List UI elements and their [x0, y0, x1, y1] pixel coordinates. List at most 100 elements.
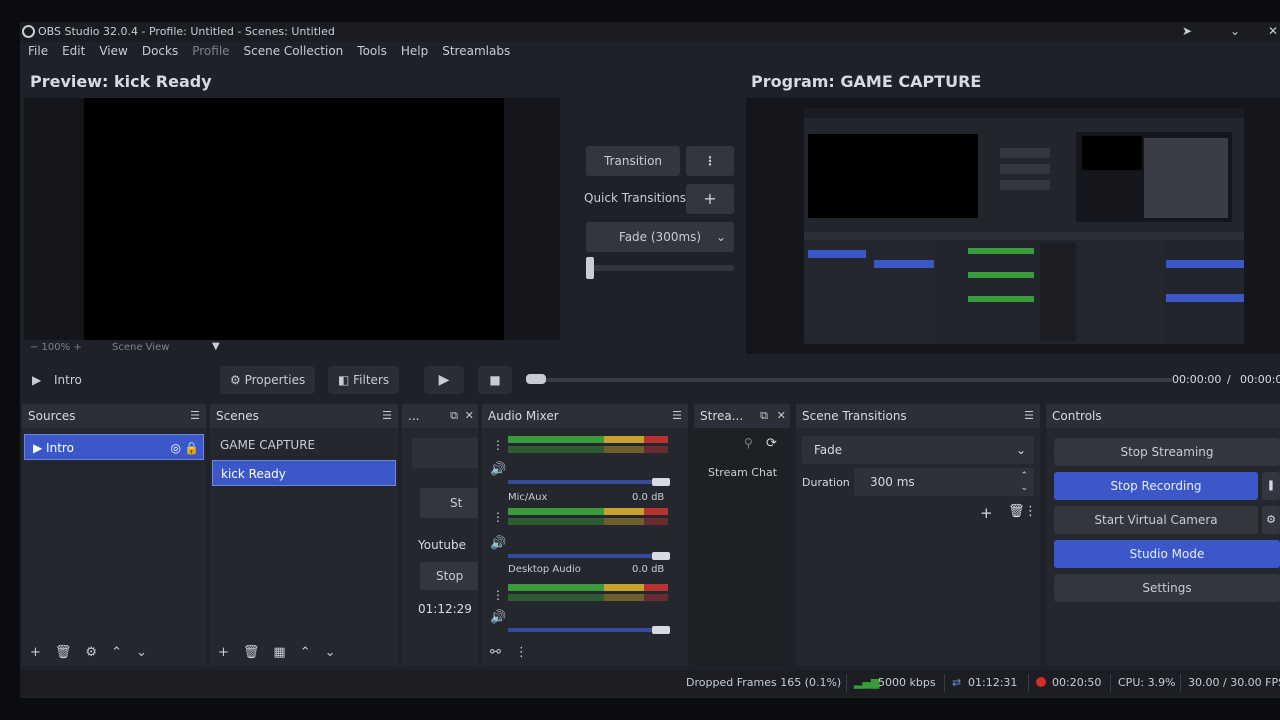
menu-view[interactable]: View — [99, 44, 127, 64]
menu-help[interactable]: Help — [401, 44, 428, 64]
volume-slider[interactable] — [508, 480, 662, 484]
add-icon[interactable]: + — [218, 645, 229, 660]
speaker-icon[interactable]: 🔊 — [490, 462, 506, 477]
media-seek-handle[interactable] — [526, 374, 546, 384]
media-duration: 00:00:09 — [1240, 373, 1280, 386]
close-icon[interactable]: ✕ — [465, 404, 474, 428]
chevron-down-icon[interactable]: ⌄ — [136, 645, 147, 660]
dock-menu-icon[interactable]: ☰ — [1024, 404, 1034, 428]
float-icon[interactable]: ⧉ — [450, 404, 458, 428]
t-bar-handle[interactable] — [586, 257, 594, 279]
menu-streamlabs[interactable]: Streamlabs — [442, 44, 510, 64]
more-options-icon[interactable]: ⋮ — [686, 146, 734, 176]
t-bar-track[interactable] — [586, 265, 734, 271]
source-item[interactable]: ▶ Intro ◎ 🔒 — [24, 434, 204, 460]
more-options-icon[interactable]: ⋮ — [1024, 504, 1037, 519]
float-icon[interactable]: ⧉ — [760, 404, 768, 428]
add-icon[interactable]: + — [30, 645, 41, 660]
start-virtual-camera-button[interactable]: Start Virtual Camera — [1054, 506, 1258, 534]
audio-mixer-title: Audio Mixer ☰ — [482, 404, 688, 428]
menu-scene-collection[interactable]: Scene Collection — [244, 44, 344, 64]
lock-icon[interactable]: 🔒 — [184, 435, 199, 459]
transition-type-select[interactable]: Fade ⌄ — [802, 436, 1034, 464]
more-options-icon[interactable]: ⋮ — [515, 645, 528, 660]
volume-handle[interactable] — [652, 552, 670, 560]
trash-icon[interactable]: 🗑 — [243, 645, 260, 660]
preview-title: Preview: kick Ready — [30, 72, 212, 91]
audio-meter — [508, 436, 668, 443]
menu-tools[interactable]: Tools — [357, 44, 387, 64]
transition-button[interactable]: Transition — [586, 146, 680, 176]
channel-name: Desktop Audio — [508, 564, 581, 575]
more-options-icon[interactable]: ⋮ — [492, 510, 504, 524]
dropped-frames: Dropped Frames 165 (0.1%) — [686, 676, 842, 689]
stop-streaming-button[interactable]: Stop Streaming — [1054, 438, 1280, 466]
dock-menu-icon[interactable]: ☰ — [190, 404, 200, 428]
studio-mode-button[interactable]: Studio Mode — [1054, 540, 1280, 568]
volume-slider[interactable] — [508, 554, 662, 558]
settings-button[interactable]: Settings — [1054, 574, 1280, 602]
speaker-icon[interactable]: 🔊 — [490, 610, 506, 625]
volume-slider[interactable] — [508, 628, 662, 632]
filters-button[interactable]: ◧ Filters — [328, 366, 400, 394]
speaker-icon[interactable]: 🔊 — [490, 536, 506, 551]
cpu-usage: CPU: 3.9% — [1118, 676, 1176, 689]
channel-db: 0.0 dB — [632, 492, 665, 503]
trash-icon[interactable]: 🗑 — [1008, 504, 1025, 519]
media-seek-track[interactable] — [532, 378, 1172, 382]
stream-icon: ⇄ — [952, 676, 962, 689]
stream-dock-field[interactable] — [412, 438, 478, 468]
refresh-icon[interactable]: ⟳ — [766, 436, 777, 451]
program-canvas — [746, 98, 1280, 354]
close-icon[interactable]: ✕ — [777, 404, 786, 428]
volume-handle[interactable] — [652, 478, 670, 486]
quick-transitions-label: Quick Transitions — [584, 191, 687, 205]
transition-select[interactable]: Fade (300ms) ⌄ — [586, 222, 734, 252]
stepper-icon[interactable]: ⌃ ⌄ — [1020, 470, 1028, 494]
chevron-down-icon[interactable]: ⌄ — [325, 645, 336, 660]
pause-icon[interactable]: ❚ — [1262, 472, 1280, 500]
minimize-icon[interactable]: ⌄ — [1230, 24, 1240, 38]
link-icon[interactable]: ⚲ — [744, 436, 753, 450]
preview-zoom[interactable]: − 100% + — [30, 342, 82, 353]
duration-spinbox[interactable]: 300 ms ⌃ ⌄ — [854, 468, 1034, 496]
gear-icon: ⚙ — [230, 373, 245, 387]
chevron-up-icon[interactable]: ⌃ — [300, 645, 311, 660]
duration-label: Duration — [802, 476, 850, 489]
gear-icon[interactable]: ⚙ — [85, 645, 97, 660]
link-icon[interactable]: ⚯ — [490, 645, 501, 660]
trash-icon[interactable]: 🗑 — [55, 645, 72, 660]
menu-edit[interactable]: Edit — [62, 44, 85, 64]
dock-menu-icon[interactable]: ☰ — [672, 404, 682, 428]
stream-chat-dock: Strea... ⧉ ✕ ⚲ ⟳ Stream Chat — [694, 404, 790, 666]
add-icon[interactable]: + — [980, 504, 993, 522]
program-video — [804, 108, 1244, 344]
chevron-down-icon[interactable]: ▼ — [212, 341, 220, 352]
stop-recording-button[interactable]: Stop Recording — [1054, 472, 1258, 500]
add-quick-transition-button[interactable]: + — [686, 184, 734, 214]
media-play-button[interactable]: ▶ — [424, 366, 464, 394]
gear-icon[interactable]: ⚙ — [1262, 506, 1280, 534]
scene-view-mode[interactable]: Scene View — [112, 342, 169, 353]
chevron-up-icon[interactable]: ⌃ — [111, 645, 122, 660]
transition-select-value: Fade (300ms) — [618, 230, 702, 244]
volume-handle[interactable] — [652, 626, 670, 634]
scene-item[interactable]: GAME CAPTURE — [212, 432, 396, 458]
audio-meter — [508, 446, 668, 453]
visibility-icon[interactable]: ◎ — [171, 435, 181, 459]
filter-icon[interactable]: ▦ — [273, 645, 285, 660]
more-options-icon[interactable]: ⋮ — [492, 588, 504, 602]
stream-dock-stop-button[interactable]: Stop — [420, 562, 478, 590]
stream-dock-button[interactable]: St — [420, 488, 478, 518]
menu-docks[interactable]: Docks — [142, 44, 178, 64]
close-icon[interactable]: ✕ — [1268, 24, 1278, 38]
media-stop-button[interactable]: ■ — [478, 366, 512, 394]
scene-item-selected[interactable]: kick Ready — [212, 460, 396, 486]
more-options-icon[interactable]: ⋮ — [492, 438, 504, 452]
properties-button[interactable]: ⚙ Properties — [220, 366, 316, 394]
dock-menu-icon[interactable]: ☰ — [382, 404, 392, 428]
bitrate: 5000 kbps — [878, 676, 936, 689]
menu-profile[interactable]: Profile — [192, 44, 229, 64]
menu-file[interactable]: File — [28, 44, 48, 64]
preview-canvas[interactable] — [24, 98, 560, 340]
